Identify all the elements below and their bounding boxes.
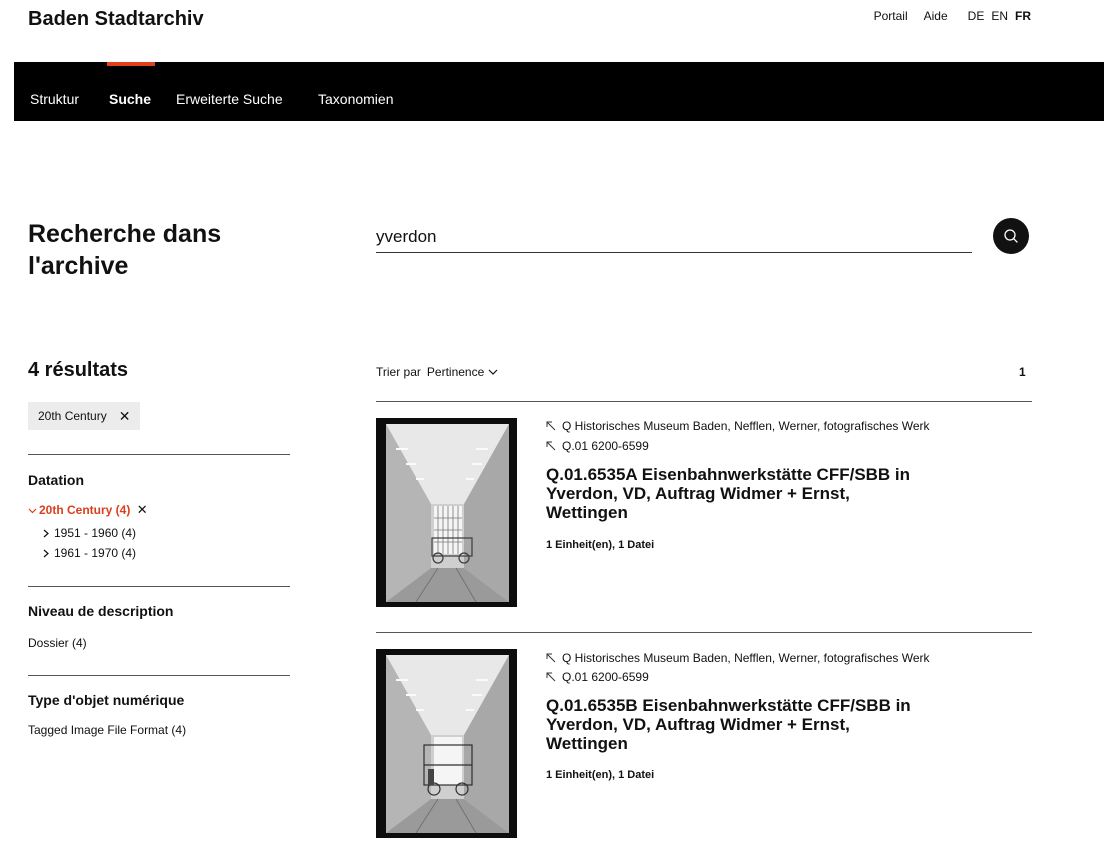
link-aide[interactable]: Aide: [924, 9, 948, 23]
nav-struktur[interactable]: Struktur: [30, 91, 79, 107]
chevron-right-icon: [43, 549, 49, 558]
page-title: Recherche dans l'archive: [28, 220, 222, 280]
facet-datation-active[interactable]: 20th Century (4) ✕: [28, 502, 148, 518]
site-title[interactable]: Baden Stadtarchiv: [28, 8, 204, 31]
nav-active-indicator: [107, 62, 155, 66]
close-icon[interactable]: ✕: [119, 408, 131, 425]
lang-fr[interactable]: FR: [1015, 9, 1031, 23]
sort-value: Pertinence: [426, 365, 485, 379]
facet-datation-child-label: 1951 - 1960 (4): [54, 526, 137, 540]
arrow-up-left-icon: [546, 421, 556, 431]
results-count: 4 résultats: [28, 359, 129, 381]
facet-object-type-item[interactable]: Tagged Image File Format (4): [28, 723, 186, 737]
result-thumbnail[interactable]: [376, 649, 517, 838]
result-meta: 1 Einheit(en), 1 Datei: [546, 539, 655, 551]
top-links: Portail Aide DE EN FR: [858, 9, 1031, 23]
sort-row: Trier par Pertinence: [376, 365, 498, 379]
result-breadcrumb-text: Q Historisches Museum Baden, Nefflen, We…: [562, 651, 930, 665]
result-item[interactable]: Q Historisches Museum Baden, Nefflen, We…: [376, 401, 1032, 621]
search-icon: [1004, 229, 1018, 243]
search-input[interactable]: [376, 221, 972, 253]
result-breadcrumb-text: Q Historisches Museum Baden, Nefflen, We…: [562, 419, 930, 433]
nav-taxonomien[interactable]: Taxonomien: [318, 91, 394, 107]
close-icon[interactable]: ✕: [137, 502, 148, 517]
chevron-right-icon: [43, 529, 49, 538]
result-title[interactable]: Q.01.6535B Eisenbahnwerkstätte CFF/SBB i…: [546, 696, 926, 753]
active-filter-chip[interactable]: 20th Century ✕: [28, 402, 141, 430]
facet-datation-child[interactable]: 1961 - 1970 (4): [42, 546, 136, 560]
sort-select[interactable]: Pertinence: [427, 365, 498, 379]
lang-en[interactable]: EN: [991, 9, 1008, 23]
result-breadcrumb-text: Q.01 6200-6599: [562, 670, 649, 684]
arrow-up-left-icon: [546, 653, 556, 663]
link-portail[interactable]: Portail: [874, 9, 908, 23]
facet-heading-level: Niveau de description: [28, 603, 174, 619]
page-number[interactable]: 1: [1019, 365, 1026, 379]
result-title[interactable]: Q.01.6535A Eisenbahnwerkstätte CFF/SBB i…: [546, 465, 926, 522]
result-item[interactable]: Q Historisches Museum Baden, Nefflen, We…: [376, 632, 1032, 859]
result-breadcrumb[interactable]: Q.01 6200-6599: [546, 439, 649, 453]
nav-suche[interactable]: Suche: [109, 91, 151, 107]
main-navbar: Struktur Suche Erweiterte Suche Taxonomi…: [14, 62, 1104, 121]
result-meta: 1 Einheit(en), 1 Datei: [546, 769, 655, 781]
nav-erweiterte-suche[interactable]: Erweiterte Suche: [176, 91, 283, 107]
arrow-up-left-icon: [546, 672, 556, 682]
result-photo: [376, 649, 517, 838]
facet-divider: [28, 586, 290, 587]
facet-datation-child-label: 1961 - 1970 (4): [54, 546, 137, 560]
result-breadcrumb[interactable]: Q Historisches Museum Baden, Nefflen, We…: [546, 651, 930, 665]
result-thumbnail[interactable]: [376, 418, 517, 607]
facet-divider: [28, 675, 290, 676]
facet-datation-active-label: 20th Century (4): [39, 503, 131, 517]
facet-datation-child[interactable]: 1951 - 1960 (4): [42, 526, 136, 540]
chevron-down-icon: [488, 369, 498, 375]
facet-level-item[interactable]: Dossier (4): [28, 636, 87, 650]
result-breadcrumb[interactable]: Q.01 6200-6599: [546, 670, 649, 684]
arrow-up-left-icon: [546, 441, 556, 451]
result-photo: [376, 418, 517, 607]
facet-divider: [28, 454, 290, 455]
facet-heading-datation: Datation: [28, 472, 84, 488]
chevron-down-icon: [28, 508, 37, 514]
lang-de[interactable]: DE: [968, 9, 985, 23]
result-breadcrumb-text: Q.01 6200-6599: [562, 439, 649, 453]
facet-heading-object-type: Type d'objet numérique: [28, 692, 185, 708]
active-filter-label: 20th Century: [38, 409, 107, 423]
sort-label: Trier par: [376, 365, 421, 379]
search-button[interactable]: [993, 218, 1029, 254]
result-breadcrumb[interactable]: Q Historisches Museum Baden, Nefflen, We…: [546, 419, 930, 433]
